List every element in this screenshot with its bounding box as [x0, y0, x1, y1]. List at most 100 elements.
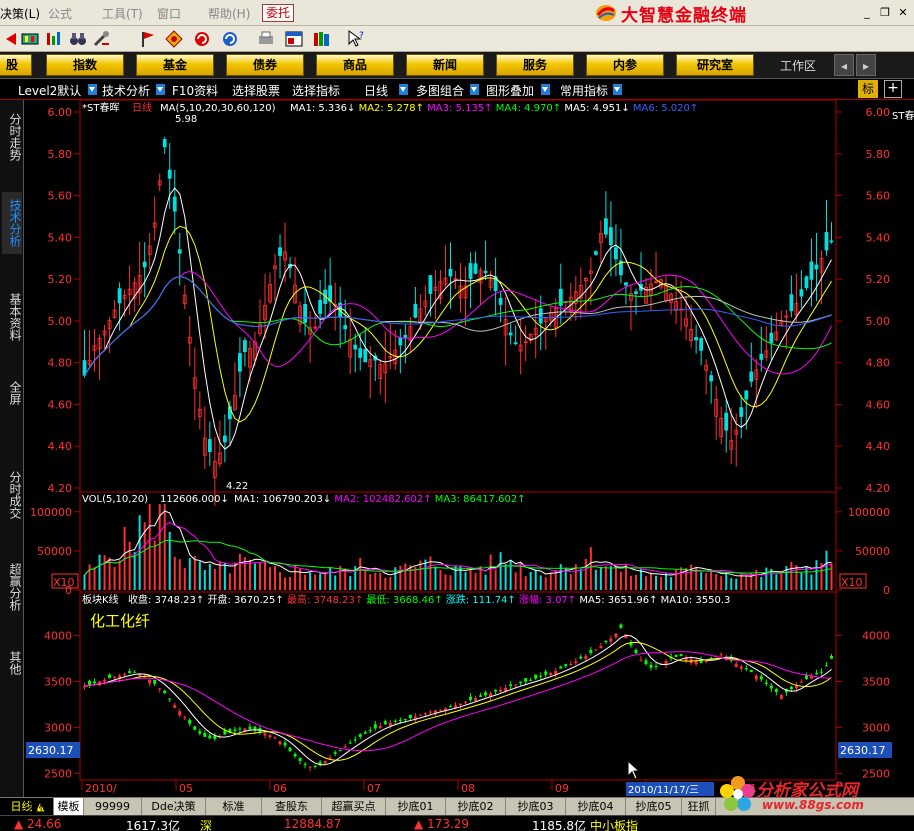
arrow-left-icon[interactable] [2, 29, 22, 49]
sector-candle-body-10 [133, 671, 137, 673]
sector-candle-body-30 [233, 729, 237, 731]
tools-icon[interactable] [92, 29, 112, 49]
opt-multi-dropdown-icon[interactable] [470, 84, 479, 95]
opt-tech-dropdown-icon[interactable] [156, 84, 165, 95]
bars-icon[interactable] [44, 29, 64, 49]
opt-select-indicator[interactable]: 选择指标 [292, 82, 340, 99]
nav-prev-icon[interactable]: ◂ [834, 54, 854, 76]
print-icon[interactable] [256, 29, 276, 49]
diamond-icon[interactable] [164, 29, 184, 49]
opt-period-dropdown-icon[interactable] [399, 84, 408, 95]
flag-icon[interactable] [138, 29, 158, 49]
sector-candle-body-132 [744, 668, 748, 670]
chart-area[interactable]: 4.20 4.20 4.40 4.40 4.60 4.60 4.80 4.80 5.00 5.00… [24, 100, 914, 797]
menu-help[interactable]: 帮助(H) [208, 5, 250, 22]
restore-icon[interactable]: ❐ [876, 4, 894, 22]
watermark-url: www.88gs.com [762, 798, 864, 812]
window-layout-icon[interactable] [284, 29, 304, 49]
sector-ma-line-0 [84, 634, 832, 766]
sector-candle-body-73 [448, 706, 452, 708]
opt-overlay-dropdown-icon[interactable] [541, 84, 550, 95]
sector-candle-body-37 [268, 735, 272, 738]
sync-icon[interactable] [220, 29, 240, 49]
sector-candle-body-76 [464, 701, 468, 703]
nav-index[interactable]: 指数 [46, 54, 124, 76]
main-candle-body-77 [468, 263, 473, 279]
main-ytick-right-1: 4.40 [866, 440, 891, 453]
menu-window[interactable]: 窗口 [157, 5, 181, 22]
nav-fund[interactable]: 基金 [136, 54, 214, 76]
binoculars-icon[interactable] [68, 29, 88, 49]
nav-commodity[interactable]: 商品 [316, 54, 394, 76]
vtab-chaoying[interactable]: 超赢分析 [2, 556, 22, 618]
nav-bond[interactable]: 债券 [226, 54, 304, 76]
vtab-intraday[interactable]: 分时走势 [2, 106, 22, 168]
vtab-other[interactable]: 其他 [2, 646, 22, 680]
status-sz-amount: 1185.8亿 [532, 819, 586, 831]
sector-candle-body-55 [358, 734, 362, 737]
btab-chaodi02[interactable]: 抄底02 [446, 798, 506, 815]
btab-template[interactable]: 模板 [54, 798, 84, 815]
nav-research[interactable]: 研究室 [676, 54, 754, 76]
btab-buypoint[interactable]: 超赢买点 [322, 798, 386, 815]
refresh-icon[interactable] [192, 29, 212, 49]
main-candle-body-83 [498, 298, 503, 305]
nav-service[interactable]: 服务 [496, 54, 574, 76]
sector-candle-body-75 [459, 703, 463, 706]
sector-candle-body-118 [674, 654, 678, 657]
btab-chaodi05[interactable]: 抄底05 [626, 798, 682, 815]
btab-kuangzhua[interactable]: 狂抓 [682, 798, 716, 815]
mouse-cursor-icon [627, 760, 641, 780]
weituo-button[interactable]: 委托 [262, 4, 295, 22]
vtab-fundamentals[interactable]: 基本资料 [2, 286, 22, 348]
opt-period[interactable]: 日线 [364, 82, 388, 99]
opt-level2[interactable]: Level2默认 [18, 82, 81, 99]
main-candle-body-86 [513, 342, 518, 345]
vtab-tick[interactable]: 分时成交 [2, 464, 22, 526]
kline-icon[interactable] [20, 29, 40, 49]
sector-candle-body-14 [153, 679, 157, 684]
main-ma-label: MA(5,10,20,30,60,120) [160, 103, 276, 114]
help-pointer-icon[interactable]: ? [346, 29, 366, 49]
opt-biao-button[interactable]: 标 [858, 80, 878, 98]
menu-tools[interactable]: 工具(T) [102, 5, 143, 22]
sector-candle-body-138 [774, 689, 778, 692]
btab-dde[interactable]: Dde决策 [142, 798, 206, 815]
nav-news[interactable]: 新闻 [406, 54, 484, 76]
opt-multi-chart[interactable]: 多图组合 [416, 82, 464, 99]
close-icon[interactable]: ✕ [894, 4, 912, 22]
opt-common-indicators[interactable]: 常用指标 [560, 82, 608, 99]
sector-candle-body-17 [168, 698, 172, 700]
main-candle-body-132 [744, 390, 749, 400]
menu-formula[interactable]: 公式 [48, 5, 72, 22]
menu-decision[interactable]: 决策(L) [0, 5, 40, 22]
nav-insider[interactable]: 内参 [586, 54, 664, 76]
nav-workzone[interactable]: 工作区 [780, 57, 816, 74]
opt-level2-dropdown-icon[interactable] [88, 84, 97, 95]
sector-candle-body-139 [779, 695, 783, 699]
opt-common-dropdown-icon[interactable] [613, 84, 622, 95]
opt-overlay[interactable]: 图形叠加 [486, 82, 534, 99]
btab-chaodi01[interactable]: 抄底01 [386, 798, 446, 815]
btab-indicator[interactable]: 指标 [24, 798, 54, 815]
btab-chaodi04[interactable]: 抄底04 [566, 798, 626, 815]
sector-candle-body-54 [353, 739, 357, 741]
books-icon[interactable] [312, 29, 332, 49]
btab-99999[interactable]: 99999 [84, 798, 142, 815]
sector-ytick-left-3: 4000 [44, 630, 72, 643]
nav-stock[interactable]: 股 [0, 54, 32, 76]
btab-chaodi03[interactable]: 抄底03 [506, 798, 566, 815]
btab-shareholders[interactable]: 查股东 [262, 798, 322, 815]
opt-select-stock[interactable]: 选择股票 [232, 82, 280, 99]
sector-field-7: MA10: 3550.3 [661, 595, 731, 606]
sector-candle-body-90 [534, 674, 538, 679]
vtab-tech-analysis[interactable]: 技术分析 [2, 192, 22, 254]
sector-candle-body-65 [408, 714, 412, 719]
nav-next-icon[interactable]: ▸ [856, 54, 876, 76]
vtab-fullscreen[interactable]: 全屏 [2, 376, 22, 410]
opt-plus-button[interactable]: + [884, 80, 902, 98]
opt-tech-analysis[interactable]: 技术分析 [102, 82, 150, 99]
btab-standard[interactable]: 标准 [206, 798, 262, 815]
opt-f10[interactable]: F10资料 [172, 82, 218, 99]
minimize-icon[interactable]: _ [858, 4, 876, 22]
